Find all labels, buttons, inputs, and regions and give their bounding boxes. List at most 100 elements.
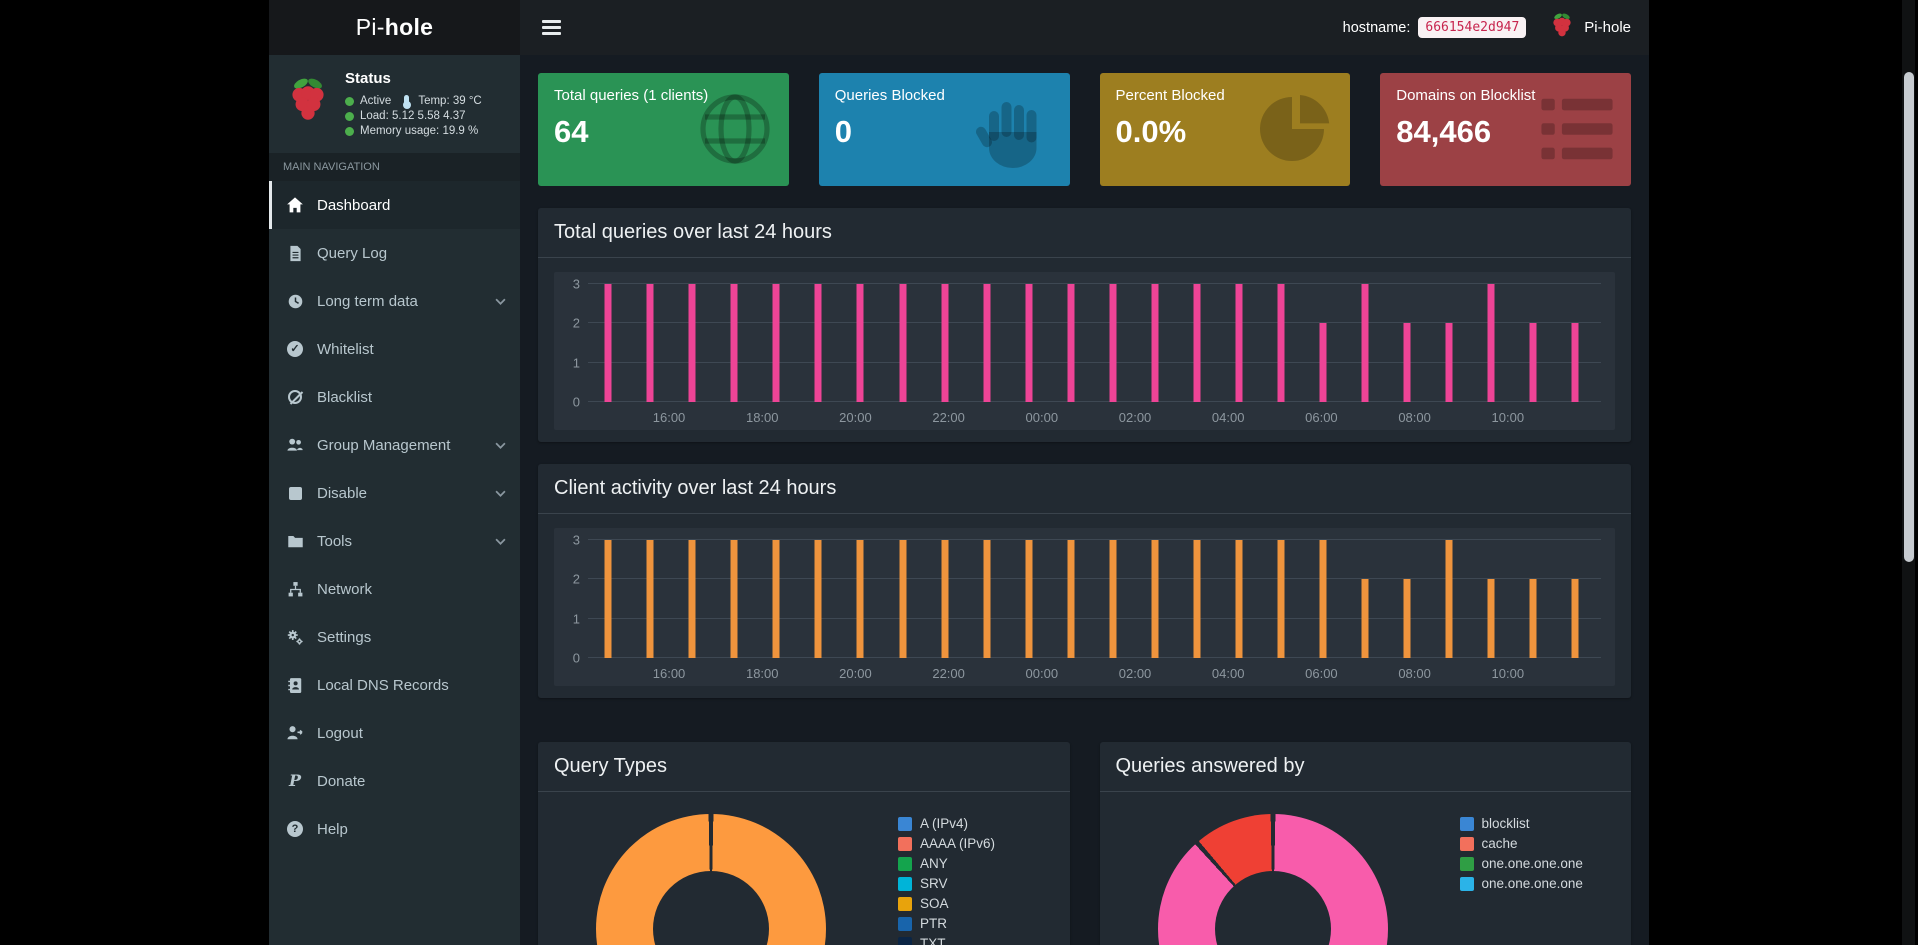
chart-bar[interactable]	[1277, 540, 1285, 658]
chevron-down-icon	[495, 490, 506, 497]
chart-bar[interactable]	[1067, 284, 1075, 402]
chart-bar[interactable]	[1487, 284, 1495, 402]
app-logo[interactable]: Pi-hole	[269, 0, 520, 55]
legend-chip	[1459, 856, 1474, 871]
chart-plot-area[interactable]	[588, 283, 1601, 402]
chart-bar[interactable]	[730, 284, 738, 402]
chart-bar[interactable]	[941, 284, 949, 402]
chart-bar[interactable]	[688, 284, 696, 402]
sidebar-item-group-management[interactable]: Group Management	[269, 421, 520, 469]
pihole-raspberry-icon	[1548, 11, 1576, 45]
sidebar-toggle-button[interactable]	[538, 14, 565, 41]
legend-item[interactable]: one.one.one.one	[1459, 856, 1583, 871]
sidebar-item-long-term-data[interactable]: Long term data	[269, 277, 520, 325]
legend-item[interactable]: one.one.one.one	[1459, 876, 1583, 891]
scrollbar-thumb[interactable]	[1903, 72, 1914, 562]
chart-bar[interactable]	[983, 284, 991, 402]
panel-title: Total queries over last 24 hours	[538, 208, 1631, 258]
chart-bar[interactable]	[1193, 284, 1201, 402]
chart-bar[interactable]	[1487, 579, 1495, 658]
chart-bar[interactable]	[730, 540, 738, 658]
chart-bar[interactable]	[1109, 540, 1117, 658]
chart-bar[interactable]	[899, 540, 907, 658]
chart-plot-area[interactable]	[588, 539, 1601, 658]
query-types-donut-chart[interactable]	[596, 814, 826, 945]
chart-bar[interactable]	[1403, 323, 1411, 402]
sidebar-item-disable[interactable]: Disable	[269, 469, 520, 517]
queries-answered-donut-chart[interactable]	[1157, 814, 1388, 945]
logo-text-bold: hole	[384, 14, 434, 40]
sidebar-item-tools[interactable]: Tools	[269, 517, 520, 565]
sidebar-item-settings[interactable]: Settings	[269, 613, 520, 661]
legend-item[interactable]: PTR	[898, 916, 995, 931]
chart-bar[interactable]	[1067, 540, 1075, 658]
chart-bar[interactable]	[941, 540, 949, 658]
chart-bar[interactable]	[646, 540, 654, 658]
chart-bar[interactable]	[1319, 540, 1327, 658]
sidebar-item-local-dns-records[interactable]: Local DNS Records	[269, 661, 520, 709]
chart-bar[interactable]	[1151, 284, 1159, 402]
chart-bar[interactable]	[688, 540, 696, 658]
legend-item[interactable]: AAAA (IPv6)	[898, 836, 995, 851]
browser-scrollbar[interactable]	[1902, 0, 1915, 945]
chart-bar[interactable]	[1529, 579, 1537, 658]
sidebar-item-whitelist[interactable]: ✓ Whitelist	[269, 325, 520, 373]
total-queries-chart[interactable]: 0 1 2 3 16:00 18:00 20:00 22:00 00:00 02:00 04:00…	[554, 272, 1615, 430]
client-activity-chart[interactable]: 0 1 2 3 16:00 18:00 20:00 22:00 00:00 02:00 04:00…	[554, 528, 1615, 686]
chart-bar[interactable]	[814, 284, 822, 402]
legend-chip	[1459, 876, 1474, 891]
legend-item[interactable]: cache	[1459, 836, 1583, 851]
chart-bar[interactable]	[1529, 323, 1537, 402]
x-tick-label: 06:00	[1305, 410, 1338, 425]
legend-item[interactable]: SOA	[898, 896, 995, 911]
sidebar-item-network[interactable]: Network	[269, 565, 520, 613]
chart-bar[interactable]	[856, 540, 864, 658]
chart-bar[interactable]	[604, 284, 612, 402]
legend-item[interactable]: A (IPv4)	[898, 816, 995, 831]
chart-bar[interactable]	[1235, 284, 1243, 402]
sidebar-item-blacklist[interactable]: Blacklist	[269, 373, 520, 421]
chart-bar[interactable]	[1571, 323, 1579, 402]
chart-bar[interactable]	[1025, 540, 1033, 658]
chart-bar[interactable]	[1109, 284, 1117, 402]
chart-bar[interactable]	[1151, 540, 1159, 658]
legend-item[interactable]: TXT	[898, 936, 995, 945]
legend-label: AAAA (IPv6)	[920, 836, 996, 851]
legend-label: blocklist	[1481, 816, 1530, 831]
legend-item[interactable]: SRV	[898, 876, 995, 891]
chart-bar[interactable]	[772, 284, 780, 402]
legend-chip	[1459, 836, 1474, 851]
chart-bar[interactable]	[1361, 579, 1369, 658]
legend-item[interactable]: ANY	[898, 856, 995, 871]
legend-chip	[898, 856, 912, 871]
y-axis: 0 1 2 3	[562, 278, 588, 409]
chart-bar[interactable]	[1193, 540, 1201, 658]
sidebar-item-dashboard[interactable]: Dashboard	[269, 181, 520, 229]
x-tick-label: 16:00	[652, 666, 686, 681]
chart-bar[interactable]	[1025, 284, 1033, 402]
sidebar-item-help[interactable]: ? Help	[269, 805, 520, 853]
chart-bar[interactable]	[1445, 540, 1453, 658]
hamburger-bar	[542, 32, 561, 35]
sidebar-item-query-log[interactable]: Query Log	[269, 229, 520, 277]
chart-bar[interactable]	[856, 284, 864, 402]
chart-bar[interactable]	[1361, 284, 1369, 402]
chart-bar[interactable]	[1403, 579, 1411, 658]
chart-bar[interactable]	[1319, 323, 1327, 402]
chart-bar[interactable]	[646, 284, 654, 402]
chart-bar[interactable]	[772, 540, 780, 658]
chart-bar[interactable]	[814, 540, 822, 658]
chart-bar[interactable]	[1235, 540, 1243, 658]
legend-item[interactable]: blocklist	[1459, 816, 1583, 831]
chart-bar[interactable]	[899, 284, 907, 402]
sidebar-item-label: Blacklist	[317, 388, 373, 406]
chart-bar[interactable]	[1277, 284, 1285, 402]
chart-bar[interactable]	[983, 540, 991, 658]
chart-bar[interactable]	[1445, 323, 1453, 402]
sidebar-item-donate[interactable]: P Donate	[269, 757, 520, 805]
chart-bar[interactable]	[1571, 579, 1579, 658]
x-tick-label: 02:00	[1118, 410, 1152, 425]
x-tick-label: 18:00	[745, 410, 779, 425]
chart-bar[interactable]	[604, 540, 612, 658]
sidebar-item-logout[interactable]: Logout	[269, 709, 520, 757]
